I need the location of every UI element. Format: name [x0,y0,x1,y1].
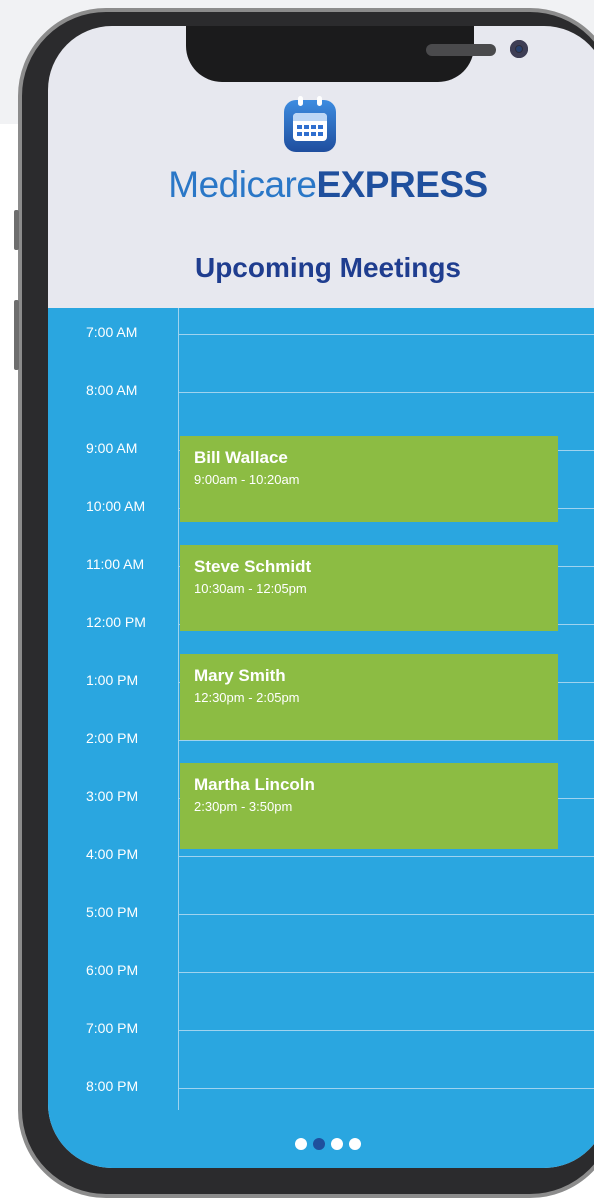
hour-gridline [178,1030,594,1031]
hour-label: 2:00 PM [86,730,139,746]
hour-gridline [178,334,594,335]
hour-label: 7:00 AM [86,324,138,340]
meeting-name: Martha Lincoln [194,775,315,794]
hour-gridline [178,1088,594,1089]
hour-gridline [178,856,594,857]
brand-name-bold: EXPRESS [316,164,488,205]
hour-label: 7:00 PM [86,1020,139,1036]
hour-label: 11:00 AM [86,556,145,572]
hour-row: 4:00 PM [48,846,594,874]
hour-label: 9:00 AM [86,440,138,456]
meeting-time: 12:30pm - 2:05pm [194,690,300,705]
hour-label: 8:00 AM [86,382,138,398]
brand-name-regular: Medicare [168,164,317,205]
hour-label: 8:00 PM [86,1078,139,1094]
schedule-panel: 7:00 AM 8:00 AM 9:00 AM 10:00 AM 11:00 AM 12:… [48,308,594,1168]
meeting-card[interactable]: Bill Wallace 9:00am - 10:20am [180,436,558,522]
hour-gridline [178,740,594,741]
camera-icon [510,40,528,58]
hour-row: 8:00 PM [48,1078,594,1106]
phone-side-button [14,210,19,250]
app-logo: MedicareEXPRESS [48,164,594,206]
meeting-card[interactable]: Martha Lincoln 2:30pm - 3:50pm [180,763,558,849]
pagination-dot[interactable] [313,1138,325,1150]
calendar-icon [284,96,336,152]
hour-label: 4:00 PM [86,846,139,862]
meeting-name: Steve Schmidt [194,557,312,576]
hour-label: 6:00 PM [86,962,139,978]
hour-row: 6:00 PM [48,962,594,990]
meeting-name: Bill Wallace [194,448,288,467]
hour-label: 1:00 PM [86,672,139,688]
hour-label: 5:00 PM [86,904,139,920]
phone-volume-button [14,300,19,370]
hour-row: 7:00 PM [48,1020,594,1048]
pagination-dot[interactable] [295,1138,307,1150]
hour-gridline [178,914,594,915]
hour-label: 10:00 AM [86,498,146,514]
hour-row: 2:00 PM [48,730,594,758]
pagination-dots [48,1138,594,1150]
pagination-dot[interactable] [349,1138,361,1150]
meeting-name: Mary Smith [194,666,286,685]
notch [186,26,528,82]
speaker-grille [426,44,496,56]
meeting-card[interactable]: Steve Schmidt 10:30am - 12:05pm [180,545,558,631]
hour-row: 8:00 AM [48,382,594,410]
meeting-time: 2:30pm - 3:50pm [194,799,293,814]
hour-row: 7:00 AM [48,324,594,352]
hour-label: 12:00 PM [86,614,146,630]
hour-gridline [178,972,594,973]
hour-gridline [178,392,594,393]
meeting-time: 10:30am - 12:05pm [194,581,307,596]
phone-screen: MedicareEXPRESS Upcoming Meetings 7:00 A… [48,26,594,1168]
meeting-time: 9:00am - 10:20am [194,472,300,487]
page-title: Upcoming Meetings [194,252,461,283]
meeting-card[interactable]: Mary Smith 12:30pm - 2:05pm [180,654,558,740]
pagination-dot[interactable] [331,1138,343,1150]
hour-label: 3:00 PM [86,788,139,804]
hour-row: 5:00 PM [48,904,594,932]
